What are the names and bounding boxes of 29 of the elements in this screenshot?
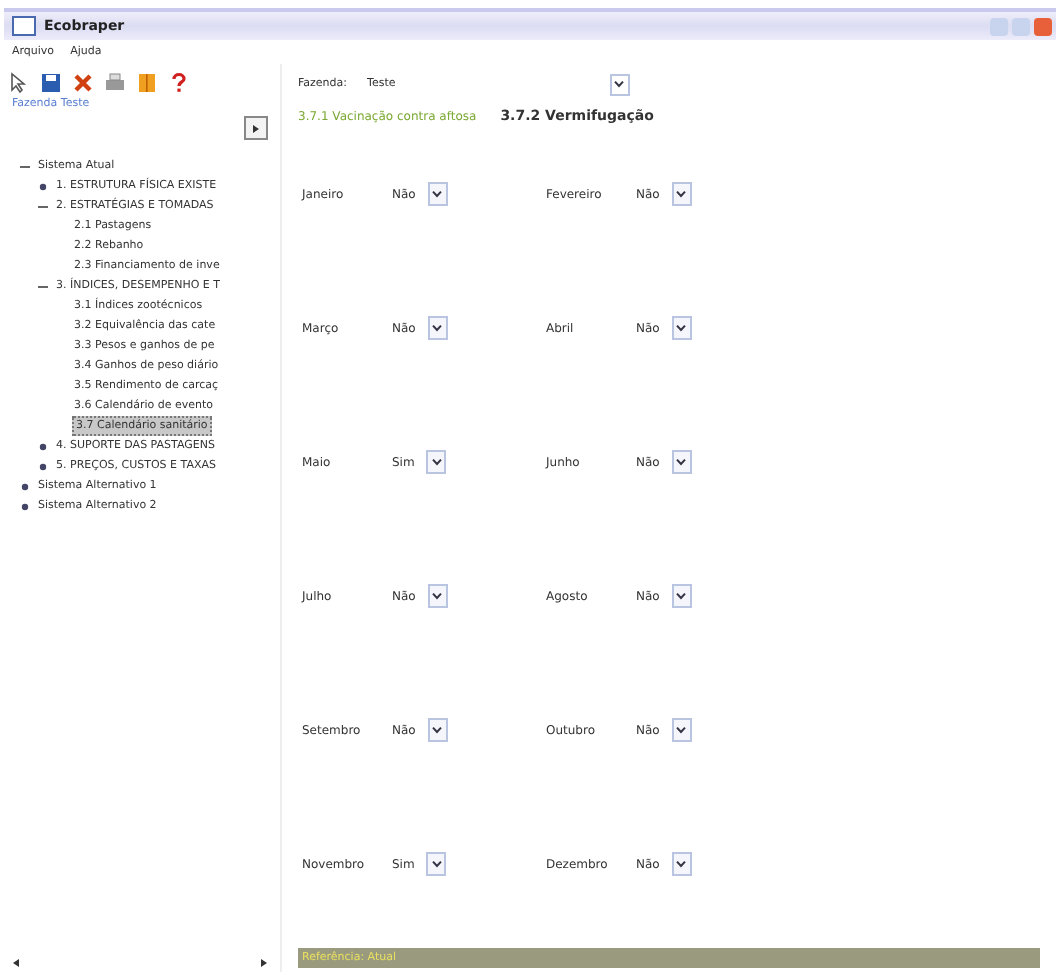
app-icon bbox=[12, 16, 36, 36]
caret-icon bbox=[432, 324, 443, 332]
book-icon[interactable] bbox=[136, 71, 158, 93]
caret-icon bbox=[676, 592, 687, 600]
cursor-icon[interactable] bbox=[8, 71, 30, 93]
scroll-left-icon[interactable] bbox=[12, 957, 20, 967]
printer-icon[interactable] bbox=[104, 71, 126, 93]
caret-icon bbox=[676, 726, 687, 734]
arrow-right-icon bbox=[252, 123, 260, 133]
scroll-right-icon[interactable] bbox=[260, 957, 268, 967]
caret-icon bbox=[614, 80, 625, 88]
expand-icon[interactable] bbox=[20, 481, 30, 491]
caret-icon bbox=[676, 860, 687, 868]
collapse-button[interactable] bbox=[244, 116, 268, 140]
expand-icon[interactable] bbox=[38, 461, 48, 471]
expand-icon[interactable] bbox=[38, 441, 48, 451]
delete-icon[interactable] bbox=[72, 71, 94, 93]
expand-icon[interactable] bbox=[38, 181, 48, 191]
caret-icon bbox=[432, 726, 443, 734]
caret-icon bbox=[676, 458, 687, 466]
caret-icon bbox=[431, 860, 442, 868]
expand-icon[interactable] bbox=[20, 501, 30, 511]
caret-icon bbox=[676, 324, 687, 332]
help-icon[interactable] bbox=[168, 71, 190, 93]
caret-icon bbox=[432, 190, 443, 198]
caret-icon bbox=[432, 592, 443, 600]
caret-icon bbox=[676, 190, 687, 198]
caret-icon bbox=[431, 458, 442, 466]
close-button[interactable] bbox=[1034, 17, 1052, 35]
